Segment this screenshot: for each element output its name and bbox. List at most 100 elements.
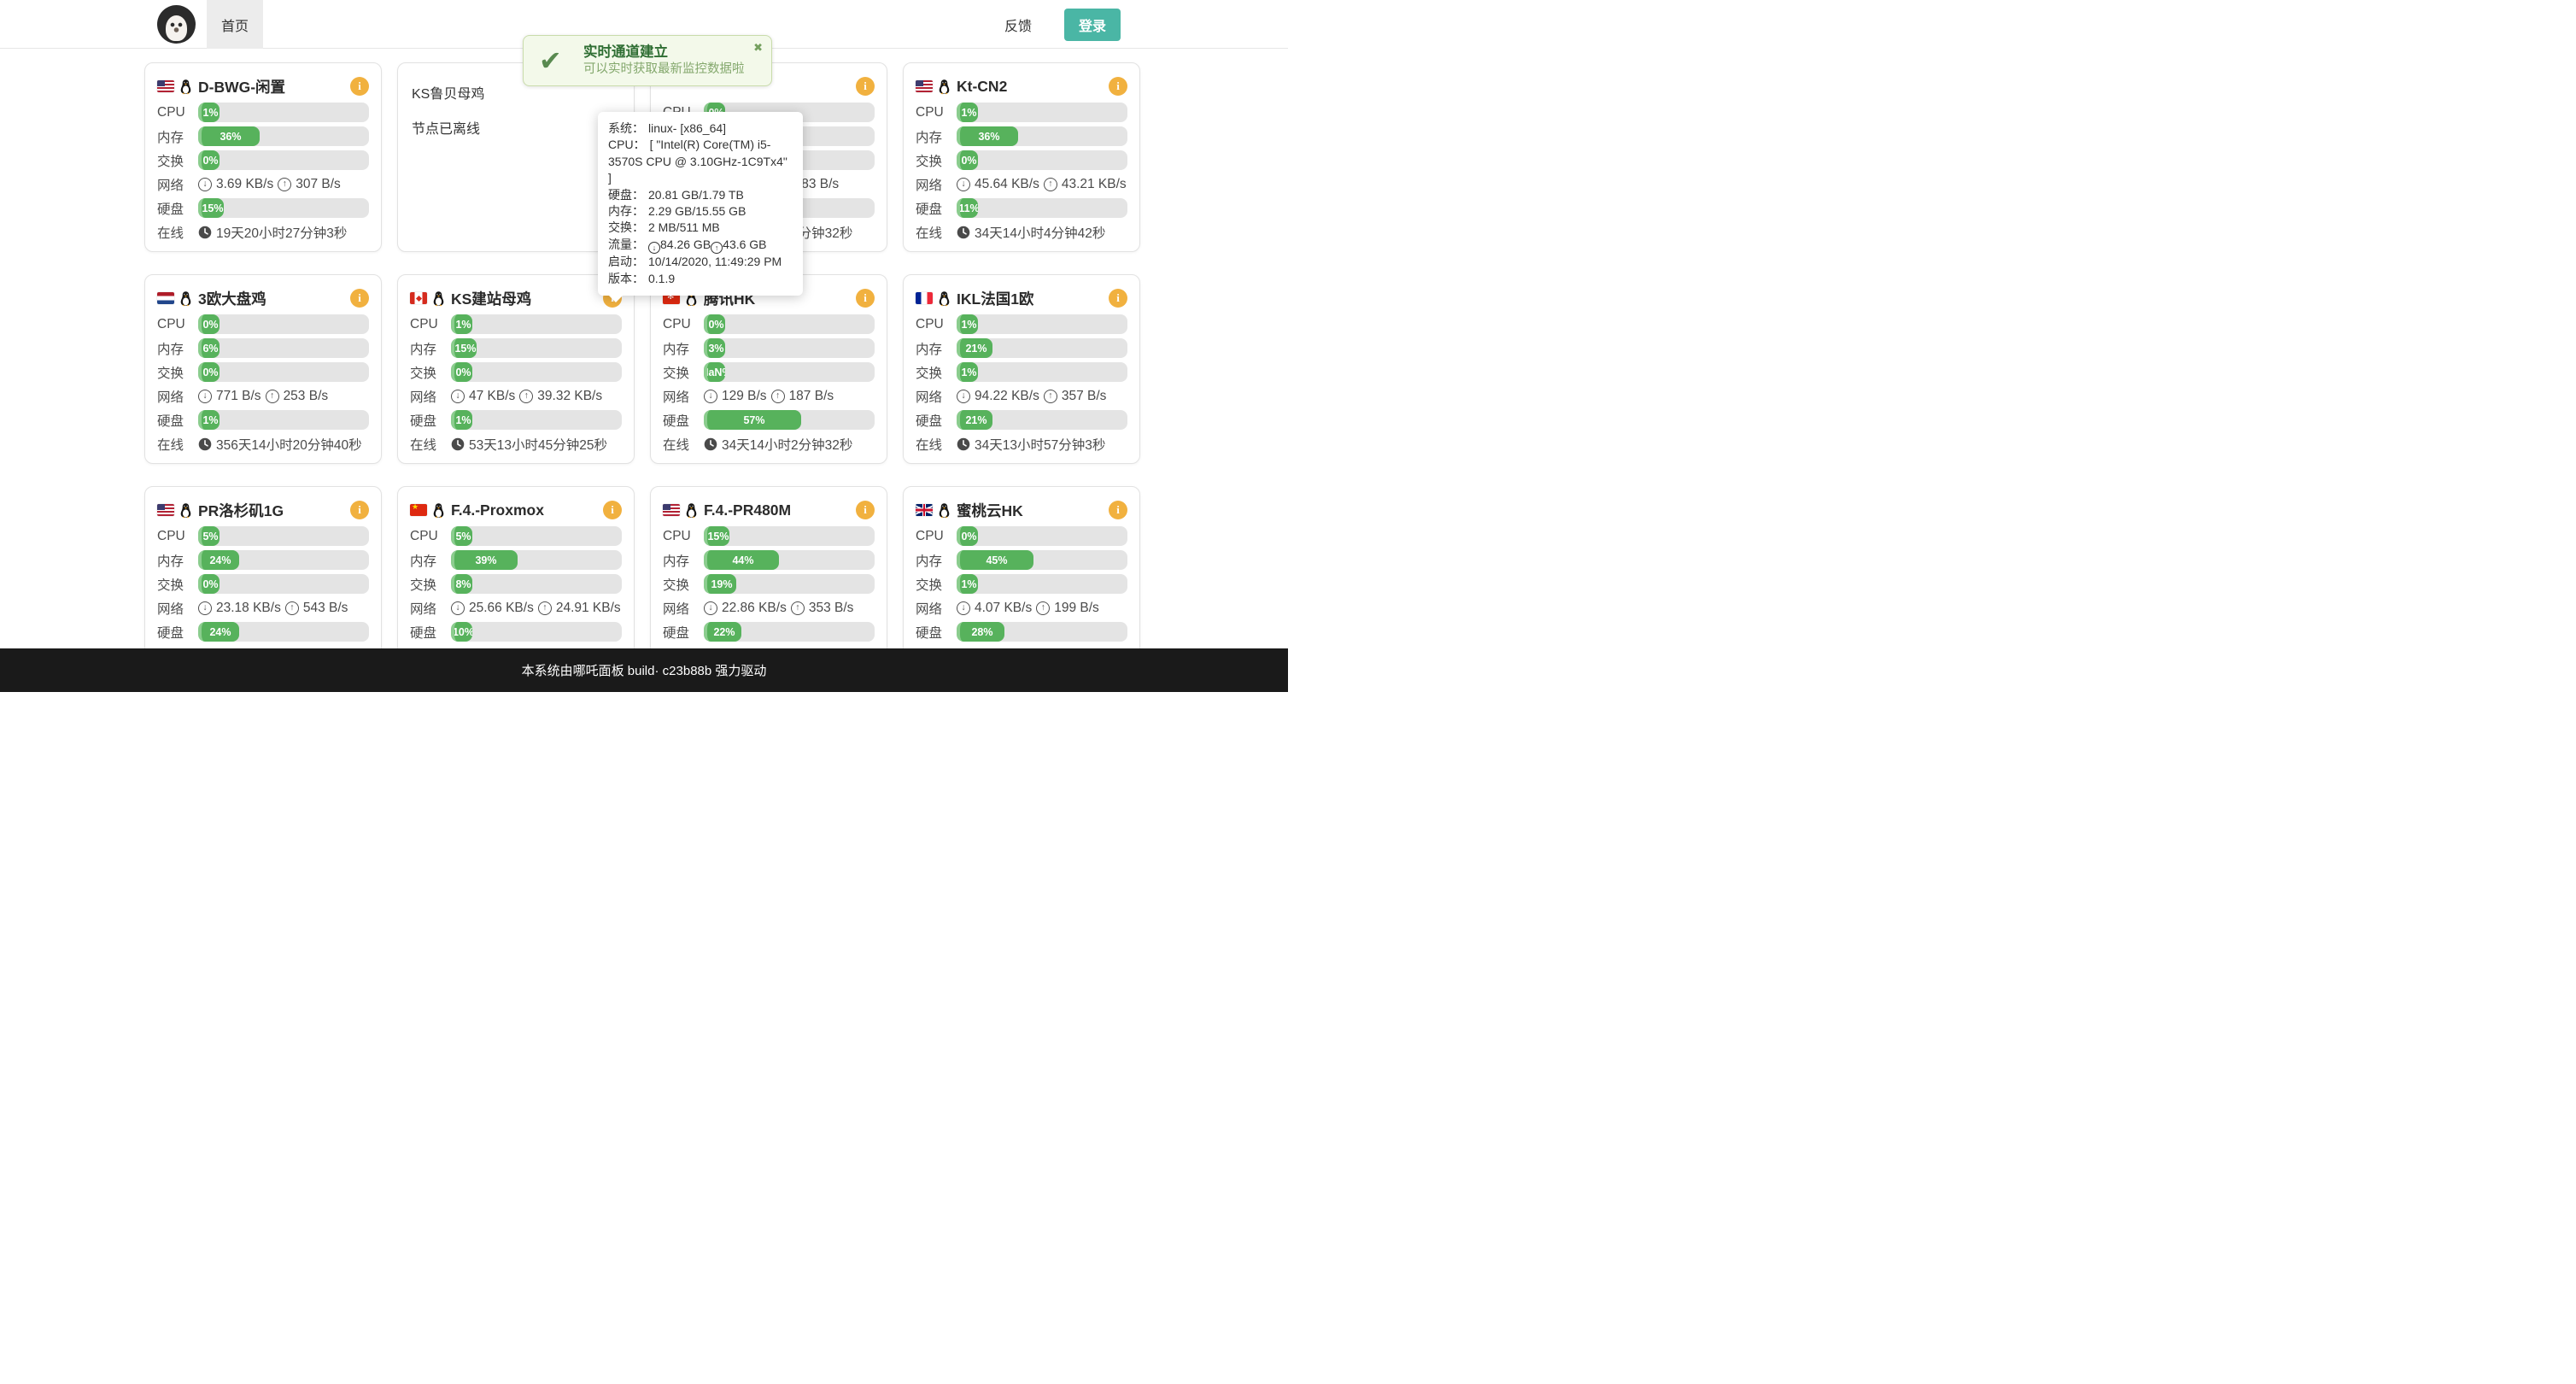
online-label: 在线	[663, 435, 704, 454]
tooltip-row: 系统：linux- [x86_64]	[608, 120, 793, 137]
download-speed: 3.69 KB/s	[216, 177, 273, 192]
server-name: F.4.-PR480M	[704, 501, 791, 519]
cpu-bar-track: 0%	[704, 314, 875, 334]
tooltip-row: 启动： 10/14/2020, 11:49:29 PM	[608, 254, 793, 270]
info-icon[interactable]: i	[1109, 289, 1127, 308]
server-card: 蜜桃云HK i CPU 0% 内存 45% 交换 1% 网络 ↓ 4.07 KB…	[903, 486, 1140, 676]
uptime-value: 53天13小时45分钟25秒	[469, 435, 607, 454]
disk-bar-fill: 11%	[957, 198, 978, 218]
swap-label: 交换	[410, 575, 451, 594]
network-speeds: ↓ 23.18 KB/s ↑ 543 B/s	[198, 601, 348, 616]
cpu-bar-fill: 1%	[957, 314, 978, 334]
uptime-value: 356天14小时20分钟40秒	[216, 435, 362, 454]
swap-bar-fill: 0%	[957, 150, 978, 170]
server-name: F.4.-Proxmox	[451, 501, 544, 519]
info-icon[interactable]: i	[856, 289, 875, 308]
server-card: KS建站母鸡 i CPU 1% 内存 15% 交换 0% 网络 ↓ 47 KB/…	[397, 274, 635, 464]
swap-bar-track: 1%	[957, 574, 1127, 594]
swap-bar-fill: 8%	[451, 574, 472, 594]
clock-icon	[704, 437, 717, 451]
info-icon[interactable]: i	[350, 289, 369, 308]
memory-bar-track: 3%	[704, 338, 875, 358]
linux-penguin-icon	[179, 79, 192, 95]
network-label: 网络	[916, 599, 957, 618]
upload-arrow-icon: ↑	[1044, 178, 1057, 191]
info-icon[interactable]: i	[856, 501, 875, 519]
tooltip-row-label: 启动：	[608, 255, 644, 268]
cpu-label: CPU	[916, 317, 957, 332]
feedback-link[interactable]: 反馈	[1004, 0, 1032, 49]
memory-bar-track: 24%	[198, 550, 369, 570]
toast-realtime-channel: ✔ 实时通道建立 可以实时获取最新监控数据啦 ✖	[523, 35, 772, 86]
tooltip-row: 流量：↓84.26 GB↑43.6 GB	[608, 237, 793, 255]
upload-speed: 253 B/s	[284, 389, 329, 404]
network-speeds: ↓ 129 B/s ↑ 187 B/s	[704, 389, 834, 404]
uptime-value: 34天14小时2分钟32秒	[722, 435, 852, 454]
cpu-label: CPU	[410, 317, 451, 332]
info-icon[interactable]: i	[350, 77, 369, 96]
cpu-label: CPU	[916, 105, 957, 120]
online-label: 在线	[157, 223, 198, 242]
site-logo-avatar[interactable]	[157, 5, 196, 44]
disk-bar-track: 15%	[198, 198, 369, 218]
disk-bar-track: 1%	[451, 410, 622, 430]
swap-bar-track: 0%	[198, 362, 369, 382]
cpu-label: CPU	[916, 529, 957, 544]
clock-icon	[198, 226, 212, 239]
linux-penguin-icon	[179, 502, 192, 519]
footer-panel-link[interactable]: 哪吒面板 build	[573, 661, 655, 679]
memory-bar-fill: 39%	[451, 550, 518, 570]
tooltip-row-label: 系统：	[608, 121, 644, 135]
info-icon[interactable]: i	[350, 501, 369, 519]
server-info-tooltip: 系统：linux- [x86_64]CPU：[ "Intel(R) Core(T…	[598, 112, 803, 296]
download-speed: 94.22 KB/s	[975, 389, 1039, 404]
network-label: 网络	[916, 387, 957, 406]
cpu-bar-fill: 0%	[198, 314, 220, 334]
swap-bar-track: 0%	[957, 150, 1127, 170]
info-icon[interactable]: i	[1109, 77, 1127, 96]
info-icon[interactable]: i	[1109, 501, 1127, 519]
network-speeds: ↓ 3.69 KB/s ↑ 307 B/s	[198, 177, 341, 192]
server-card: PR洛杉矶1G i CPU 5% 内存 24% 交换 0% 网络 ↓ 23.18	[144, 486, 382, 676]
download-speed: 129 B/s	[722, 389, 767, 404]
memory-bar-fill: 36%	[198, 126, 260, 146]
disk-bar-fill: 10%	[451, 622, 472, 642]
info-icon[interactable]: i	[856, 77, 875, 96]
login-button[interactable]: 登录	[1064, 9, 1121, 41]
network-label: 网络	[410, 599, 451, 618]
memory-bar-track: 15%	[451, 338, 622, 358]
cpu-bar-fill: 15%	[704, 526, 729, 546]
online-label: 在线	[157, 435, 198, 454]
tooltip-row: 版本：0.1.9	[608, 271, 793, 287]
cpu-bar-track: 1%	[451, 314, 622, 334]
memory-bar-track: 39%	[451, 550, 622, 570]
swap-bar-track: 8%	[451, 574, 622, 594]
disk-bar-fill: 21%	[957, 410, 992, 430]
upload-speed: 24.91 KB/s	[556, 601, 621, 616]
info-icon[interactable]: i	[603, 501, 622, 519]
memory-bar-fill: 15%	[451, 338, 477, 358]
tooltip-row-value: 2.29 GB/15.55 GB	[648, 204, 746, 218]
swap-label: 交换	[663, 363, 704, 382]
cpu-bar-fill: 5%	[198, 526, 220, 546]
server-card: 3欧大盘鸡 i CPU 0% 内存 6% 交换 0% 网络 ↓ 771 B/s	[144, 274, 382, 464]
download-speed: 4.07 KB/s	[975, 601, 1032, 616]
memory-bar-fill: 44%	[704, 550, 779, 570]
server-card: Kt-CN2 i CPU 1% 内存 36% 交换 0% 网络 ↓ 45.64 …	[903, 62, 1140, 252]
dashboard-page: 首页 反馈 登录 D-BWG-闲置 i CPU 1%	[0, 0, 1288, 692]
network-label: 网络	[157, 599, 198, 618]
network-label: 网络	[410, 387, 451, 406]
swap-bar-track: NaN%	[704, 362, 875, 382]
disk-bar-fill: 24%	[198, 622, 239, 642]
nav-tab-home[interactable]: 首页	[207, 0, 263, 49]
upload-arrow-icon: ↑	[285, 601, 299, 615]
cpu-bar-fill: 0%	[704, 314, 725, 334]
linux-penguin-icon	[938, 290, 951, 307]
memory-label: 内存	[410, 339, 451, 358]
tooltip-row-value: 10/14/2020, 11:49:29 PM	[648, 255, 782, 268]
disk-label: 硬盘	[157, 623, 198, 642]
clock-icon	[198, 437, 212, 451]
online-label: 在线	[916, 435, 957, 454]
memory-label: 内存	[157, 339, 198, 358]
toast-close-icon[interactable]: ✖	[753, 42, 763, 53]
